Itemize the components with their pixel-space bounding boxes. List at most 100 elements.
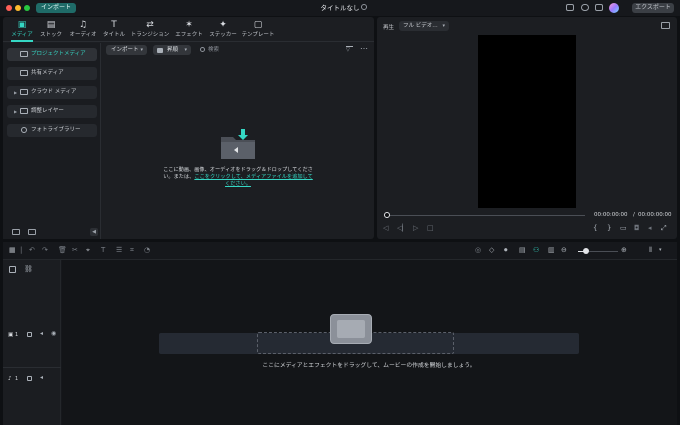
lock-icon[interactable] (27, 332, 32, 337)
new-folder-icon[interactable] (28, 229, 36, 235)
eye-icon[interactable]: ◉ (51, 330, 56, 337)
speed-icon[interactable]: ◔ (144, 246, 150, 255)
import-dropdown[interactable]: インポート ▾ (106, 45, 147, 55)
rewind-icon[interactable]: ◁▏ (397, 224, 408, 232)
chevron-down-icon[interactable]: ▾ (659, 246, 662, 255)
more-options-icon[interactable]: … (360, 42, 368, 51)
effect-icon: ✶ (185, 20, 193, 30)
drop-instructions: ここに動画、画像、オーディオをドラッグ＆ドロップしてください。または、ここをクリ… (162, 167, 314, 188)
cloud-icon[interactable] (581, 4, 589, 11)
undo-icon[interactable]: ↶ (29, 246, 35, 255)
speaker-icon[interactable]: ◂ (40, 374, 43, 381)
add-track-icon[interactable] (9, 266, 16, 273)
timeline-settings-icon[interactable]: ⦀ (649, 246, 652, 255)
split-icon[interactable]: ✂ (72, 246, 78, 255)
timeline-panel: ▦ | ↶ ↷ 🗑 ✂ ⌖ T ☰ ⌗ ◔ ◎ ◇ ⏺ ▤ ⚇ ▥ ⊖ ⊕ ⦀ … (3, 242, 677, 425)
sort-dropdown-label: 昇順 (167, 47, 179, 53)
import-folder-icon (221, 129, 255, 159)
crop-icon[interactable]: ⌗ (130, 246, 134, 255)
chevron-down-icon: ▾ (442, 23, 445, 29)
user-avatar[interactable] (609, 3, 619, 13)
tab-effect[interactable]: ✶ エフェクト (173, 20, 205, 38)
preview-quality-dropdown[interactable]: フル ビデオ… ▾ (399, 21, 449, 31)
search-input[interactable] (208, 45, 298, 55)
adjust-icon[interactable]: ☰ (116, 246, 122, 255)
import-folder-icon[interactable] (12, 229, 20, 235)
sidebar-item-cloud-media[interactable]: ▶ クラウド メディア (7, 86, 97, 99)
layout-icon[interactable]: ▦ (9, 246, 16, 255)
tab-media[interactable]: ▣ メディア (8, 20, 36, 38)
link-icon[interactable]: ⛓ (24, 265, 33, 273)
toolbar-divider: | (20, 246, 23, 254)
speaker-icon[interactable]: ◂ (40, 330, 43, 337)
microphone-icon[interactable]: ⏺ (504, 246, 508, 255)
import-dropdown-label: インポート (111, 47, 139, 53)
export-button[interactable]: エクスポート (632, 3, 674, 13)
expand-arrow-icon[interactable]: ▶ (14, 86, 17, 99)
track-header-audio: ♪ 1 ◂ (3, 368, 61, 390)
preview-quality-label: フル ビデオ… (403, 23, 438, 29)
sidebar-item-label: フォトライブラリー (31, 127, 81, 133)
filter-icon[interactable]: ▽ (346, 46, 353, 53)
snap-icon[interactable]: ▥ (548, 246, 555, 255)
tab-stock[interactable]: ▤ ストック (37, 20, 65, 38)
project-settings-icon[interactable] (361, 4, 367, 10)
folder-icon (20, 70, 28, 76)
text-tool-icon[interactable]: T (101, 246, 105, 255)
media-toolbar: インポート ▾ 昇順 ▾ ▽ … (102, 42, 374, 57)
add-media-link[interactable]: ここをクリックして、メディアファイルを追加してください。 (194, 174, 312, 187)
sort-dropdown[interactable]: 昇順 ▾ (153, 45, 191, 55)
stop-icon[interactable]: □ (427, 224, 434, 232)
tab-audio[interactable]: ♫ オーディオ (67, 20, 99, 38)
search-icon (200, 47, 205, 52)
redo-icon[interactable]: ↷ (42, 246, 48, 255)
sidebar-item-label: プロジェクトメディア (31, 51, 86, 57)
sidebar-item-project-media[interactable]: プロジェクトメディア (7, 48, 97, 61)
tab-label: ステッカー (209, 32, 237, 38)
playback-scrubber[interactable] (387, 215, 585, 216)
preview-label: 再生 (383, 25, 395, 31)
shield-icon[interactable]: ◇ (489, 246, 494, 255)
camera-icon[interactable]: ◘ (634, 224, 640, 232)
expand-arrow-icon[interactable]: ▶ (14, 105, 17, 118)
sidebar-item-shared-media[interactable]: 共有メディア (7, 67, 97, 80)
lock-icon[interactable] (27, 376, 32, 381)
sidebar-item-photo-library[interactable]: フォトライブラリー (7, 124, 97, 137)
tab-title[interactable]: T タイトル (101, 20, 127, 38)
ai-icon[interactable]: ⚇ (533, 246, 539, 255)
mark-out-icon[interactable]: } (607, 224, 611, 232)
mark-in-icon[interactable]: { (593, 224, 597, 232)
sidebar-item-label: クラウド メディア (31, 89, 77, 95)
current-time: 00:00:00:00 (594, 212, 628, 218)
zoom-slider-handle[interactable] (583, 248, 589, 254)
storage-icon[interactable] (595, 4, 603, 11)
collapse-sidebar-button[interactable]: ◀ (90, 228, 98, 236)
sort-icon (157, 47, 163, 53)
snapshot-icon[interactable] (661, 22, 670, 29)
track-number: 1 (15, 376, 19, 382)
tab-sticker[interactable]: ✦ ステッカー (207, 20, 239, 38)
tab-template[interactable]: ▢ テンプレート (240, 20, 276, 38)
render-icon[interactable]: ◎ (475, 246, 481, 255)
playhead-handle[interactable] (384, 212, 390, 218)
feedback-icon[interactable] (566, 4, 574, 11)
video-canvas[interactable] (478, 35, 576, 208)
tab-transition[interactable]: ⇄ トランジション (129, 20, 171, 38)
volume-icon[interactable]: ◂ (648, 224, 652, 232)
select-tool-icon[interactable]: ⌖ (86, 246, 90, 255)
media-drop-zone[interactable]: ここに動画、画像、オーディオをドラッグ＆ドロップしてください。または、ここをクリ… (102, 127, 374, 207)
stock-icon: ▤ (46, 20, 56, 30)
timeline-body[interactable]: ここにメディアとエフェクトをドラッグして、ムービーの作成を開始しましょう。 (62, 260, 677, 425)
zoom-out-icon[interactable]: ⊖ (561, 246, 567, 255)
sidebar-item-adjustment-layer[interactable]: ▶ 調整レイヤー (7, 105, 97, 118)
voiceover-icon[interactable]: ▤ (519, 246, 526, 255)
title-bar: インポート タイトルなし エクスポート (0, 0, 680, 16)
active-tab-indicator (11, 40, 33, 42)
zoom-in-icon[interactable]: ⊕ (621, 246, 627, 255)
previous-frame-icon[interactable]: ◁ (383, 224, 388, 232)
delete-icon[interactable]: 🗑 (58, 246, 67, 255)
display-icon[interactable]: ▭ (620, 224, 627, 232)
track-number: 1 (15, 332, 19, 338)
play-icon[interactable]: ▷ (413, 224, 418, 232)
fullscreen-icon[interactable]: ⤢ (661, 224, 667, 232)
